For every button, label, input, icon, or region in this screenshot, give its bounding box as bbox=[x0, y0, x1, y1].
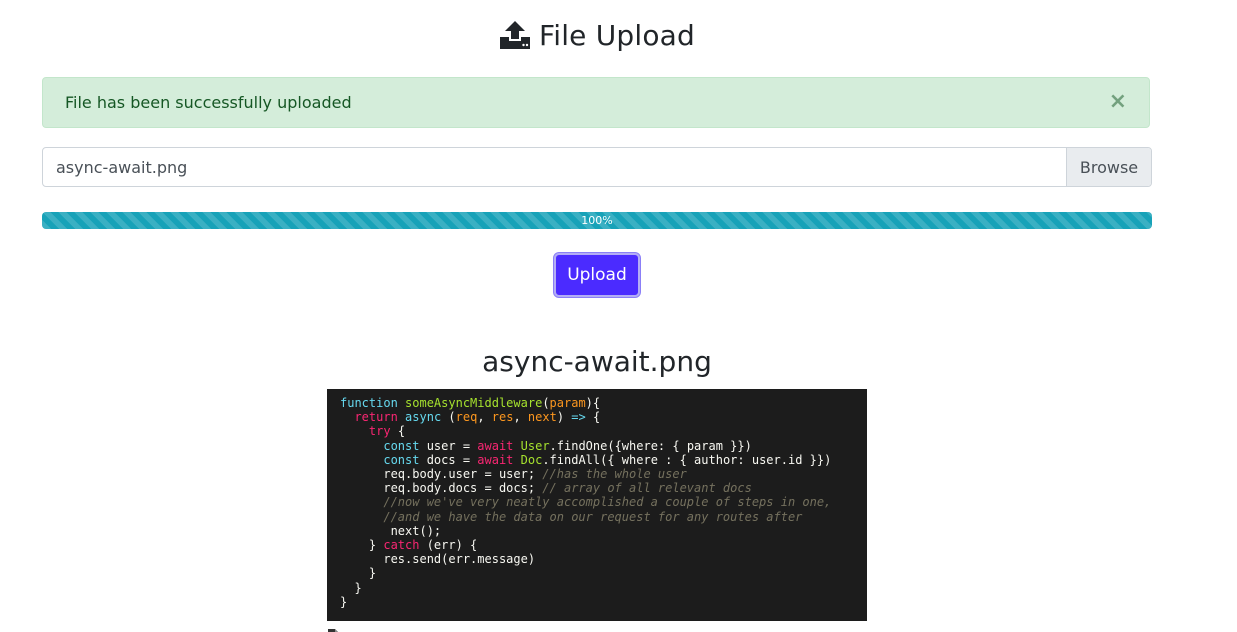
browse-button[interactable]: Browse bbox=[1066, 148, 1151, 186]
uploaded-file-title: async-await.png bbox=[482, 345, 712, 378]
file-name-label: async-await.png bbox=[56, 158, 188, 177]
page-header: File Upload bbox=[0, 14, 1194, 56]
close-icon[interactable]: × bbox=[1109, 90, 1127, 114]
progress-bar-fill: 100% bbox=[42, 212, 1152, 229]
code-snippet: function someAsyncMiddleware(param){ ret… bbox=[340, 396, 832, 609]
upload-icon bbox=[499, 20, 531, 50]
file-input[interactable]: async-await.png Browse bbox=[42, 147, 1152, 187]
progress-label: 100% bbox=[581, 214, 613, 227]
page-title: File Upload bbox=[538, 18, 696, 52]
alert-message: File has been successfully uploaded bbox=[65, 93, 352, 112]
uploaded-image-preview: function someAsyncMiddleware(param){ ret… bbox=[327, 389, 867, 621]
page: File Upload File has been successfully u… bbox=[0, 0, 1237, 632]
upload-button[interactable]: Upload bbox=[554, 253, 640, 297]
success-alert: File has been successfully uploaded × bbox=[42, 77, 1150, 128]
upload-progress: 100% bbox=[42, 212, 1152, 229]
broken-image-icon bbox=[327, 623, 341, 632]
